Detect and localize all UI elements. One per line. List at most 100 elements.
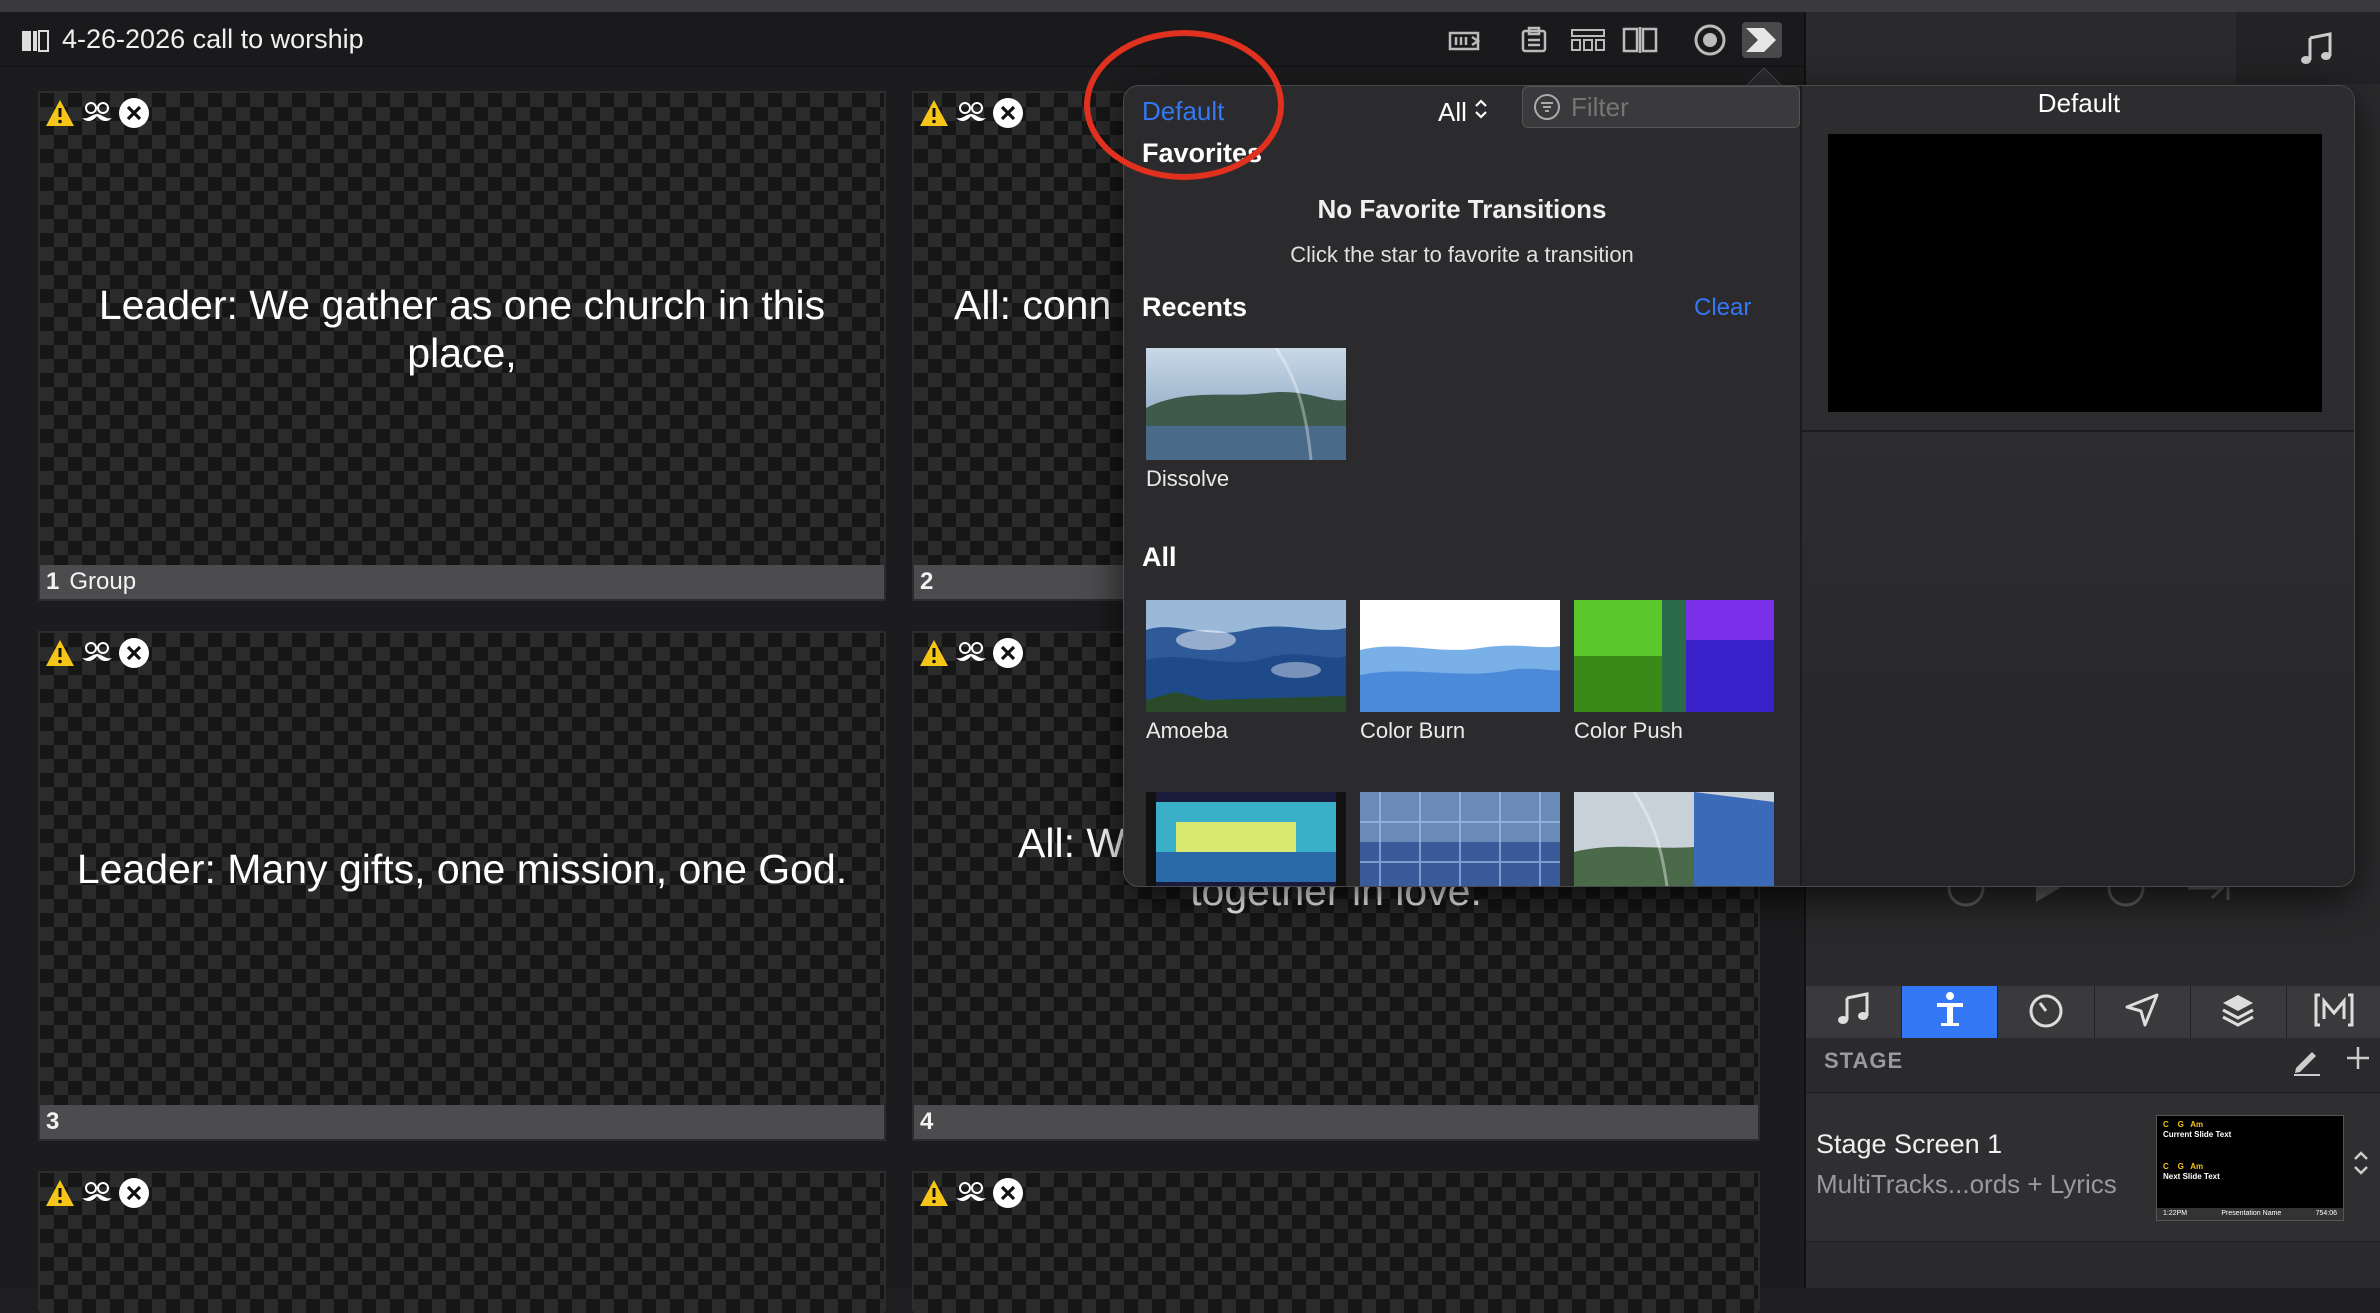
slide-3[interactable]: Leader: Many gifts, one mission, one God… — [38, 631, 886, 1141]
warning-icon — [918, 638, 950, 673]
transition-thumbnail[interactable] — [1360, 792, 1560, 886]
transition-name: Color Push — [1574, 718, 1683, 743]
filter-icon — [1533, 93, 1561, 126]
close-icon[interactable] — [118, 1177, 150, 1214]
transition-list-pane: Default Favorites All No Favorite Transi… — [1124, 86, 1800, 886]
music-note-icon[interactable] — [2296, 30, 2336, 75]
preview-next-label: Next Slide Text — [2163, 1172, 2220, 1181]
warning-icon — [918, 98, 950, 133]
tab-stage[interactable] — [1902, 986, 1999, 1038]
warning-icon — [918, 1178, 950, 1213]
stage-screen-row[interactable]: Stage Screen 1 MultiTracks...ords + Lyri… — [1806, 1092, 2380, 1242]
stage-screen-name: Stage Screen 1 — [1816, 1129, 2003, 1159]
add-icon[interactable] — [2344, 1044, 2372, 1077]
close-icon[interactable] — [118, 97, 150, 134]
slide-label: 4 — [914, 1105, 1758, 1139]
slide-label: 3 — [40, 1105, 884, 1139]
mustache-icon — [954, 640, 988, 671]
slide-label: 1 Group — [40, 565, 884, 599]
document-toolbar: 4-26-2026 call to worship — [0, 12, 1804, 67]
tab-macros[interactable] — [2287, 986, 2380, 1038]
slide-number: 2 — [920, 568, 934, 595]
grid-layout-icon[interactable] — [1568, 22, 1608, 58]
mustache-icon — [954, 100, 988, 131]
slide-badges — [44, 97, 150, 134]
slide-text: All: W — [1018, 820, 1126, 866]
mustache-icon — [80, 640, 114, 671]
clipboard-icon[interactable] — [1514, 22, 1554, 58]
slide-5[interactable] — [38, 1171, 886, 1313]
slide-canvas — [40, 1173, 884, 1313]
audio-tab-area — [2236, 12, 2380, 84]
edit-pencil-icon[interactable] — [2290, 1044, 2324, 1081]
slide-badges — [918, 1177, 1024, 1214]
transition-options-area — [1802, 432, 2354, 886]
filter-input[interactable] — [1569, 91, 1783, 123]
empty-favorites-title: No Favorite Transitions — [1317, 194, 1607, 224]
close-icon[interactable] — [992, 1177, 1024, 1214]
record-icon[interactable] — [1690, 22, 1730, 58]
filter-field[interactable] — [1522, 86, 1800, 128]
chevron-updown-icon — [1473, 96, 1489, 129]
close-icon[interactable] — [118, 637, 150, 674]
transition-preview-canvas — [1828, 134, 2322, 412]
slide-number: 1 — [46, 568, 60, 595]
transition-popover: Default Favorites All No Favorite Transi… — [1123, 85, 2355, 887]
clear-recents-button[interactable]: Clear — [1694, 294, 1751, 322]
mustache-icon — [80, 1180, 114, 1211]
slide-6[interactable] — [912, 1171, 1760, 1313]
scope-select[interactable]: All — [1438, 96, 1489, 129]
favorites-heading: Favorites — [1142, 138, 1263, 168]
all-heading: All — [1142, 542, 1177, 572]
preview-current-label: Current Slide Text — [2163, 1130, 2232, 1139]
slide-badges — [918, 637, 1024, 674]
stage-layout-name: MultiTracks...ords + Lyrics — [1816, 1169, 2117, 1199]
warning-icon — [44, 98, 76, 133]
stepper-chevrons-icon[interactable] — [2352, 1147, 2370, 1184]
slide-badges — [918, 97, 1024, 134]
timer-icon — [2027, 991, 2065, 1034]
tab-layers[interactable] — [2191, 986, 2287, 1038]
music-note-icon — [1835, 991, 1873, 1033]
default-link[interactable]: Default — [1142, 96, 1224, 127]
warning-icon — [44, 638, 76, 673]
send-arrow-icon — [2123, 991, 2161, 1034]
tab-timers[interactable] — [1998, 986, 2095, 1038]
window-top-strip — [0, 0, 2380, 12]
media-bin-icon[interactable] — [1446, 22, 1486, 58]
preview-footer: 1:22PM Presentation Name 754:06 — [2157, 1208, 2343, 1220]
transition-thumbnail — [1360, 600, 1560, 712]
transition-preview-pane: Default — [1800, 86, 2354, 886]
stage-layout-thumbnail: C G Am Current Slide Text C G Am Next Sl… — [2156, 1115, 2344, 1221]
slide-1[interactable]: Leader: We gather as one church in this … — [38, 91, 886, 601]
slide-text: All: conn — [954, 282, 1112, 328]
slide-canvas — [914, 1173, 1758, 1313]
preview-timer: 754:06 — [2315, 1210, 2337, 1217]
tab-audio[interactable] — [1806, 986, 1903, 1038]
close-icon[interactable] — [992, 637, 1024, 674]
preview-chords-top: C G Am — [2163, 1120, 2204, 1129]
transition-thumbnail[interactable] — [1574, 792, 1774, 886]
recents-heading: Recents — [1142, 292, 1248, 322]
transition-thumbnail[interactable] — [1146, 792, 1346, 886]
split-view-icon[interactable] — [1620, 22, 1660, 58]
slide-number: 4 — [920, 1108, 934, 1135]
tab-messages[interactable] — [2095, 986, 2191, 1038]
layers-icon — [2219, 991, 2257, 1034]
empty-favorites-subtitle: Click the star to favorite a transition — [1290, 242, 1634, 267]
slide-text: Leader: We gather as one church in this … — [98, 282, 826, 376]
preview-title: Default — [2037, 88, 2121, 118]
transition-thumbnail — [1146, 348, 1346, 460]
transition-thumbnail — [1574, 600, 1774, 712]
document-title: 4-26-2026 call to worship — [62, 24, 364, 54]
close-icon[interactable] — [992, 97, 1024, 134]
transition-name: Color Burn — [1360, 718, 1466, 743]
transition-name: Amoeba — [1146, 718, 1228, 743]
stage-podium-icon — [1931, 991, 1969, 1034]
preview-clock: 1:22PM — [2163, 1210, 2188, 1217]
transition-icon[interactable] — [1742, 22, 1782, 58]
preview-presentation: Presentation Name — [2221, 1210, 2282, 1217]
slide-canvas: Leader: We gather as one church in this … — [40, 93, 884, 567]
slide-canvas: Leader: Many gifts, one mission, one God… — [40, 633, 884, 1107]
slide-group-name: Group — [69, 568, 137, 595]
